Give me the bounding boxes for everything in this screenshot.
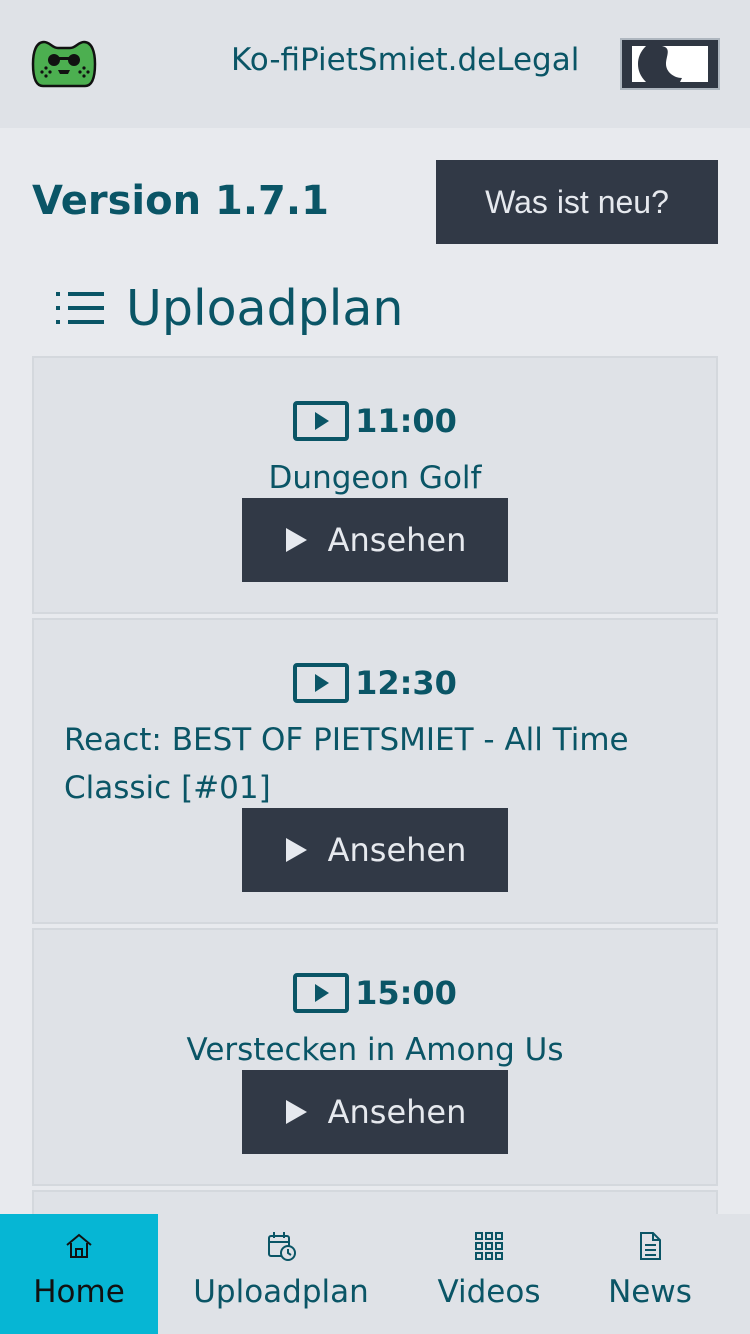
bottom-nav-label: Home [33,1274,125,1310]
watch-button-label: Ansehen [327,521,467,559]
watch-button-label: Ansehen [327,831,467,869]
theme-toggle-icon [632,46,708,82]
bottom-nav-uploadplan[interactable]: Uploadplan [180,1214,382,1334]
list-icon [56,292,104,324]
section-header: Uploadplan [54,278,404,338]
upload-time-row: 12:30 [293,662,457,704]
upload-card: 11:00 Dungeon Golf Ansehen [32,356,718,614]
video-play-icon [293,401,350,441]
watch-button[interactable]: Ansehen [242,808,508,892]
upload-title: React: BEST OF PIETSMIET - All Time Clas… [64,722,629,806]
nav-link-kofi[interactable]: Ko-fi [231,42,300,78]
grid-icon [475,1232,503,1260]
watch-button[interactable]: Ansehen [242,1070,508,1154]
upload-title: Verstecken in Among Us [186,1032,564,1068]
upload-time-row: 11:00 [293,400,457,442]
bottom-nav-news[interactable]: News [590,1214,710,1334]
upload-title: Dungeon Golf [268,460,482,496]
upload-list: 11:00 Dungeon Golf Ansehen 12:30 React: … [32,356,718,1254]
video-play-icon [293,973,350,1013]
upload-time: 15:00 [355,974,457,1012]
bottom-nav: Home Uploadplan Videos News [0,1214,750,1334]
bottom-nav-label: Videos [437,1274,541,1310]
nav-link-pietsmiet[interactable]: PietSmiet.de [300,42,496,78]
calendar-clock-icon [268,1232,296,1261]
video-play-icon [293,663,350,703]
bottom-nav-label: News [608,1274,692,1310]
bottom-nav-label: Uploadplan [193,1274,369,1310]
nav-link-legal[interactable]: Legal [496,42,579,78]
play-icon [285,528,307,552]
upload-card: 15:00 Verstecken in Among Us Ansehen [32,928,718,1186]
watch-button[interactable]: Ansehen [242,498,508,582]
bottom-nav-videos[interactable]: Videos [420,1214,558,1334]
play-icon [285,838,307,862]
home-icon [66,1233,92,1258]
app-header: Ko-fiPietSmiet.deLegal [0,0,750,128]
upload-card: 12:30 React: BEST OF PIETSMIET - All Tim… [32,618,718,924]
play-icon [285,1100,307,1124]
upload-time: 11:00 [355,402,457,440]
bottom-nav-home[interactable]: Home [0,1214,158,1334]
document-icon [640,1232,661,1260]
theme-toggle-button[interactable] [620,38,720,90]
upload-time-row: 15:00 [293,972,457,1014]
upload-time: 12:30 [355,664,457,702]
watch-button-label: Ansehen [327,1093,467,1131]
gamepad-logo-icon[interactable] [30,38,98,90]
whats-new-button[interactable]: Was ist neu? [436,160,718,244]
section-title: Uploadplan [126,279,404,337]
version-label: Version 1.7.1 [32,178,329,224]
header-nav: Ko-fiPietSmiet.deLegal [231,42,579,78]
